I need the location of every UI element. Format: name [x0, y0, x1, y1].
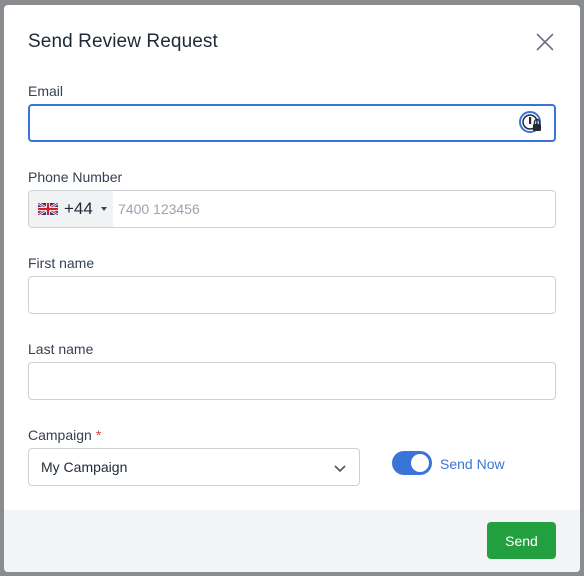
phone-input[interactable] — [113, 191, 555, 227]
last-name-label: Last name — [28, 341, 94, 357]
chevron-down-icon — [334, 465, 346, 473]
country-code-select[interactable]: +44 — [29, 191, 113, 227]
phone-label: Phone Number — [28, 169, 123, 185]
dial-code: +44 — [64, 199, 93, 218]
first-name-field[interactable] — [28, 276, 556, 314]
campaign-select[interactable]: My Campaign — [28, 448, 360, 486]
campaign-label-text: Campaign — [28, 427, 92, 443]
uk-flag-icon — [38, 203, 58, 215]
send-now-label[interactable]: Send Now — [440, 456, 505, 472]
close-button[interactable] — [534, 31, 556, 53]
phone-field-group: +44 — [28, 190, 556, 228]
campaign-label: Campaign * — [28, 427, 101, 443]
modal-footer: Send — [4, 510, 580, 572]
caret-down-icon — [101, 207, 107, 211]
required-marker: * — [95, 427, 102, 443]
send-now-toggle[interactable] — [392, 451, 432, 475]
email-label: Email — [28, 83, 64, 99]
toggle-knob — [411, 454, 429, 472]
campaign-selected-value: My Campaign — [41, 459, 128, 475]
last-name-field[interactable] — [28, 362, 556, 400]
modal-header: Send Review Request — [28, 29, 556, 57]
send-button[interactable]: Send — [487, 522, 556, 559]
password-manager-icon[interactable] — [519, 111, 543, 135]
modal-title: Send Review Request — [28, 31, 218, 52]
first-name-label: First name — [28, 255, 95, 271]
close-icon — [536, 33, 554, 51]
send-review-request-modal: Send Review Request Email Phone Number +… — [4, 5, 580, 572]
email-field[interactable] — [28, 104, 556, 142]
